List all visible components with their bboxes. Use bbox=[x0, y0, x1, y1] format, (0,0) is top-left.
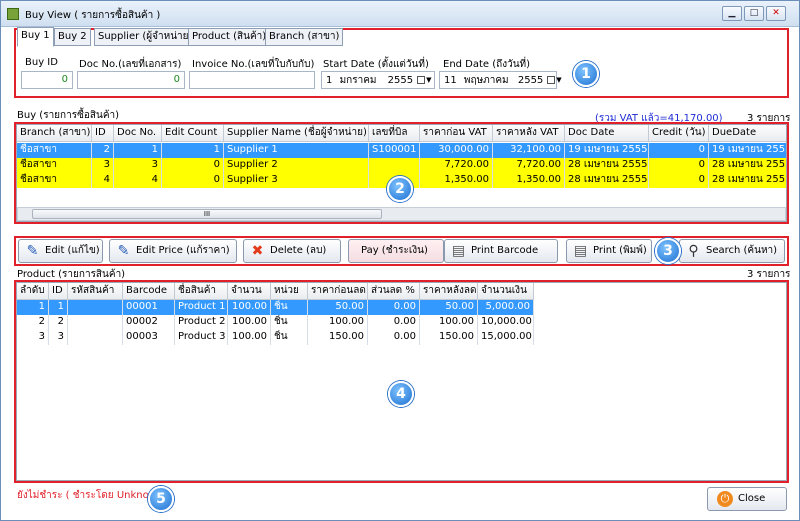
pencil-icon: ✎ bbox=[117, 243, 130, 259]
app-icon bbox=[7, 8, 19, 20]
delete-button[interactable]: ✖ Delete (ลบ) bbox=[243, 239, 341, 263]
buy-view-window: Buy View ( รายการซื้อสินค้า ) ▁ □ ✕ Buy … bbox=[0, 0, 800, 521]
doc-no-label: Doc No.(เลขที่เอกสาร) bbox=[79, 59, 182, 70]
minimize-button[interactable]: ▁ bbox=[722, 6, 742, 21]
print-label: Print (พิมพ์) bbox=[593, 245, 647, 256]
calendar-icon bbox=[417, 76, 426, 84]
printer-icon: ▤ bbox=[451, 243, 466, 259]
chevron-down-icon: ▼ bbox=[426, 76, 432, 84]
end-date-picker[interactable]: 11 พฤษภาคม 2555 ▼ bbox=[439, 71, 562, 89]
pay-label: Pay (ชำระเงิน) bbox=[361, 245, 428, 256]
edit-price-label: Edit Price (แก้ราคา) bbox=[136, 245, 230, 256]
tab-branch[interactable]: Branch (สาขา) bbox=[265, 28, 344, 46]
start-date-picker[interactable]: 1 มกราคม 2555 ▼ bbox=[321, 71, 435, 89]
close-button[interactable]: ⏻ Close bbox=[707, 487, 787, 511]
window-title: Buy View ( รายการซื้อสินค้า ) bbox=[25, 10, 161, 21]
tab-buy-1[interactable]: Buy 1 bbox=[17, 27, 54, 47]
delete-x-icon: ✖ bbox=[251, 243, 264, 259]
pencil-icon: ✎ bbox=[26, 243, 39, 259]
start-month: มกราคม bbox=[339, 75, 377, 86]
maximize-button[interactable]: □ bbox=[744, 6, 764, 21]
invoice-label: Invoice No.(เลขที่ใบกับกับ) bbox=[192, 59, 315, 70]
payment-status: ยังไม่ชำระ ( ชำระโดย Unknow ) bbox=[17, 490, 164, 501]
power-icon: ⏻ bbox=[717, 491, 733, 507]
doc-no-input[interactable]: 0 bbox=[77, 71, 185, 89]
tab-product[interactable]: Product (สินค้า) bbox=[188, 28, 271, 46]
search-button[interactable]: ⚲ Search (ค้นหา) bbox=[679, 239, 785, 263]
tab-supplier[interactable]: Supplier (ผู้จำหน่าย) bbox=[94, 28, 197, 46]
magnifier-icon: ⚲ bbox=[688, 243, 699, 259]
delete-label: Delete (ลบ) bbox=[270, 245, 327, 256]
close-window-button[interactable]: ✕ bbox=[766, 6, 786, 21]
title-bar: Buy View ( รายการซื้อสินค้า ) ▁ □ ✕ bbox=[1, 1, 799, 27]
buy-caption: Buy (รายการซื้อสินค้า) bbox=[17, 110, 120, 121]
close-label: Close bbox=[738, 493, 766, 504]
end-month: พฤษภาคม bbox=[463, 75, 509, 86]
end-date-label: End Date (ถึงวันที่) bbox=[443, 59, 531, 70]
tab-buy-2[interactable]: Buy 2 bbox=[54, 28, 91, 46]
edit-button[interactable]: ✎ Edit (แก้ไข) bbox=[18, 239, 103, 263]
chevron-down-icon: ▼ bbox=[556, 76, 562, 84]
edit-label: Edit (แก้ไข) bbox=[45, 245, 100, 256]
callout-badge-4: 4 bbox=[388, 381, 414, 407]
pay-button[interactable]: Pay (ชำระเงิน) bbox=[348, 239, 444, 263]
callout-badge-2: 2 bbox=[387, 176, 413, 202]
printer-icon: ▤ bbox=[573, 243, 588, 259]
callout-badge-5: 5 bbox=[148, 486, 174, 512]
search-label: Search (ค้นหา) bbox=[706, 245, 778, 256]
buy-id-label: Buy ID bbox=[25, 57, 58, 68]
calendar-icon bbox=[547, 76, 556, 84]
edit-price-button[interactable]: ✎ Edit Price (แก้ราคา) bbox=[109, 239, 237, 263]
start-date-label: Start Date (ตั้งแต่วันที่) bbox=[323, 59, 429, 70]
start-day: 1 bbox=[326, 75, 333, 86]
invoice-input[interactable] bbox=[189, 71, 315, 89]
buy-id-input[interactable]: 0 bbox=[21, 71, 73, 89]
buy-grid-frame bbox=[14, 122, 789, 224]
end-day: 11 bbox=[444, 75, 457, 86]
print-barcode-button[interactable]: ▤ Print Barcode bbox=[444, 239, 558, 263]
end-year: 2555 bbox=[517, 75, 544, 86]
callout-badge-3: 3 bbox=[655, 238, 681, 264]
print-button[interactable]: ▤ Print (พิมพ์) bbox=[566, 239, 652, 263]
callout-badge-1: 1 bbox=[573, 61, 599, 87]
start-year: 2555 bbox=[387, 75, 414, 86]
print-barcode-label: Print Barcode bbox=[471, 245, 539, 256]
